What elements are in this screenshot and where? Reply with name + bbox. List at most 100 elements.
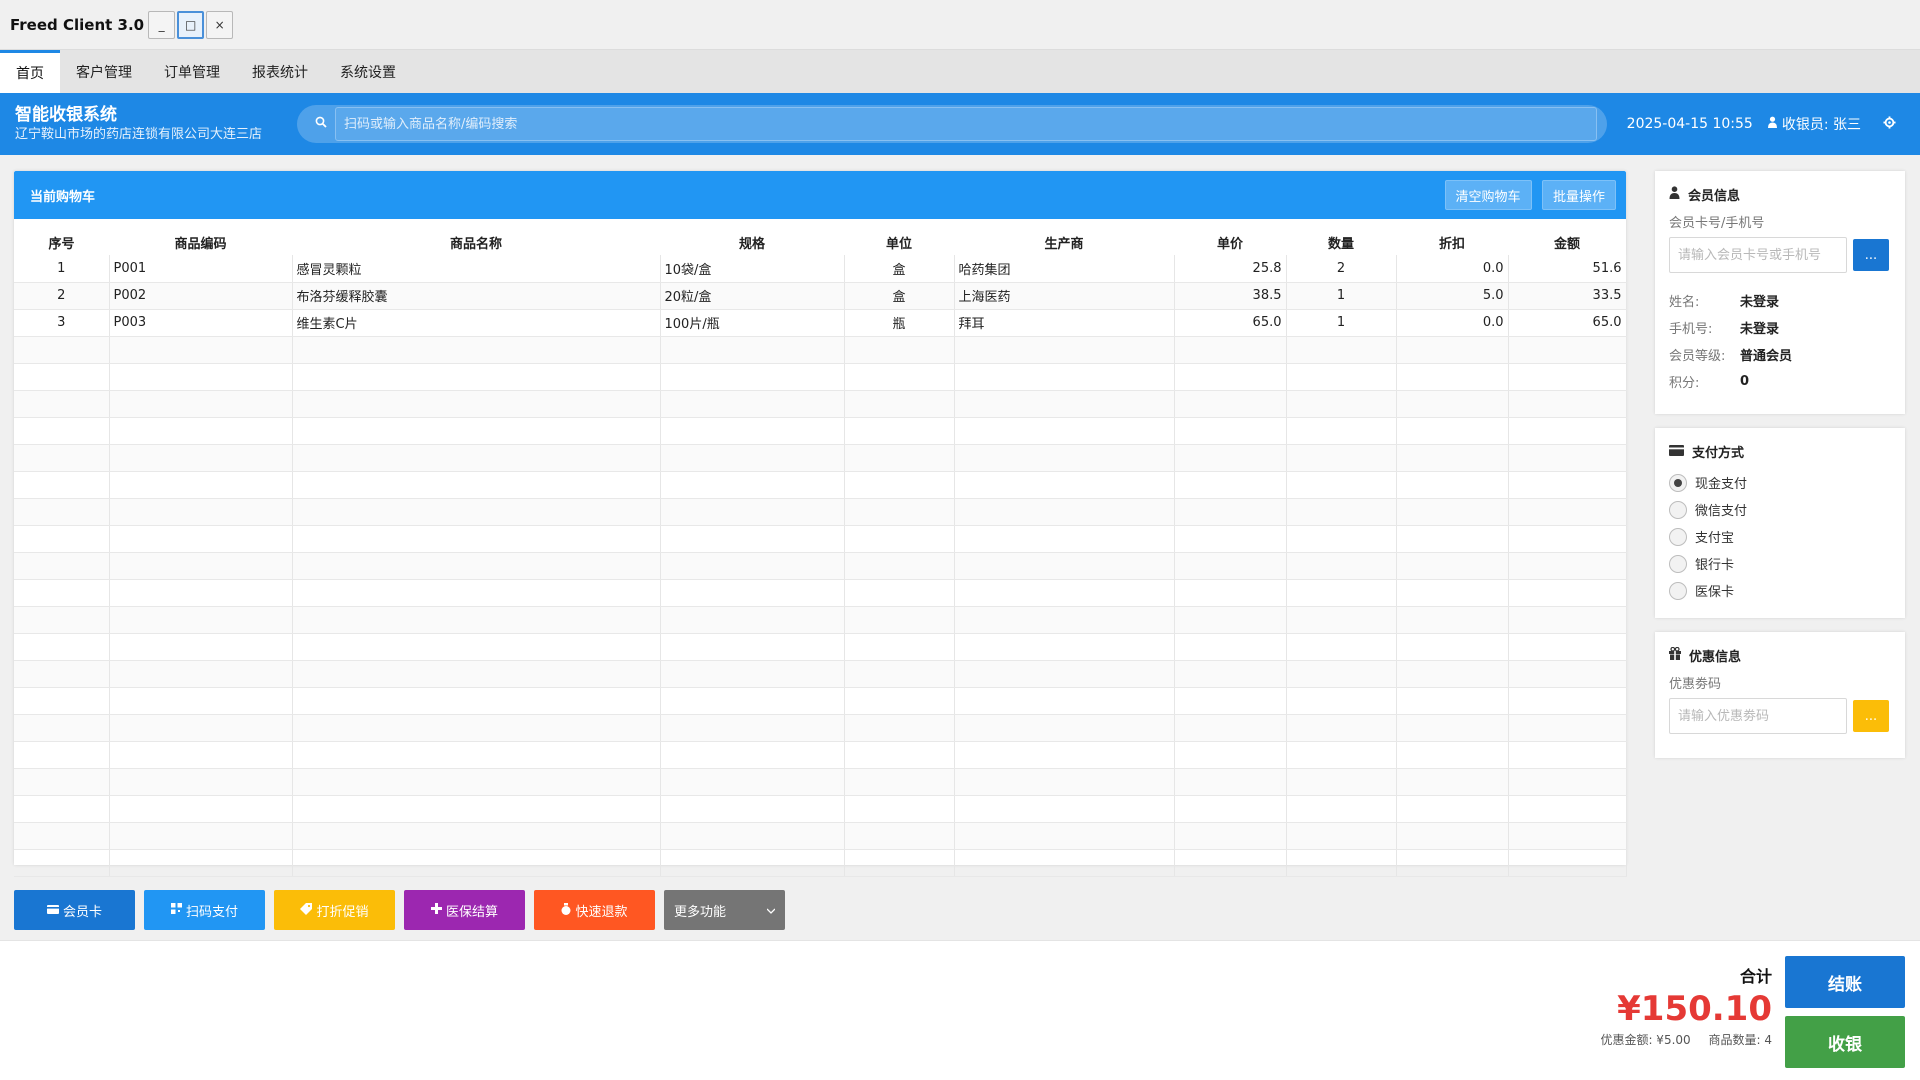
empty-cell [844, 579, 955, 607]
empty-cell [1286, 471, 1397, 499]
gear-icon[interactable] [1883, 115, 1896, 133]
cell-quantity[interactable]: 2 [1286, 255, 1397, 283]
minimize-button[interactable]: _ [148, 10, 176, 39]
column-header[interactable]: 商品名称 [292, 229, 660, 255]
member-level-value: 普通会员 [1740, 349, 1793, 364]
discount-promo-button[interactable]: 打折促销 [274, 890, 395, 930]
store-name: 辽宁鞍山市场的药店连锁有限公司大连三店 [15, 127, 263, 142]
search-icon[interactable] [297, 116, 337, 132]
empty-cell [292, 417, 661, 445]
coupon-code-input[interactable] [1669, 698, 1847, 734]
empty-cell [1396, 606, 1509, 634]
payment-option-alipay[interactable]: 支付宝 [1669, 523, 1891, 550]
empty-cell [954, 390, 1175, 418]
coupon-title: 优惠信息 [1689, 650, 1742, 665]
tab-home[interactable]: 首页 [0, 50, 60, 93]
column-header[interactable]: 规格 [660, 229, 844, 255]
radio-button[interactable] [1669, 581, 1687, 600]
empty-cell [292, 552, 661, 580]
payment-option-cash[interactable]: 现金支付 [1669, 469, 1891, 496]
empty-cell [660, 417, 845, 445]
column-header[interactable]: 单价 [1174, 229, 1286, 255]
batch-operation-button[interactable]: 批量操作 [1541, 180, 1616, 210]
payment-option-wechat[interactable]: 微信支付 [1669, 496, 1891, 523]
radio-button[interactable] [1669, 527, 1687, 546]
radio-button[interactable] [1669, 473, 1687, 492]
empty-cell [660, 498, 845, 526]
cell-quantity[interactable]: 1 [1286, 282, 1397, 310]
payment-option-bankcard[interactable]: 银行卡 [1669, 550, 1891, 577]
cell-spec: 100片/瓶 [660, 309, 845, 337]
cart-table-body: 1 P001 感冒灵颗粒 10袋/盒 盒 哈药集团 25.8 2 0.0 51.… [14, 255, 1627, 877]
empty-cell [844, 795, 955, 823]
clear-cart-button[interactable]: 清空购物车 [1444, 180, 1532, 210]
member-card-button[interactable]: 会员卡 [14, 890, 135, 930]
maximize-button[interactable]: □ [177, 10, 205, 39]
empty-cell [1174, 606, 1287, 634]
radio-button[interactable] [1669, 554, 1687, 573]
table-row[interactable]: 1 P001 感冒灵颗粒 10袋/盒 盒 哈药集团 25.8 2 0.0 51.… [14, 255, 1627, 283]
empty-table-row [14, 768, 1627, 796]
cart-table: 序号 商品编码 商品名称 规格 单位 生产商 单价 数量 折扣 金额 1 P00… [14, 229, 1627, 877]
column-header[interactable]: 金额 [1508, 229, 1626, 255]
table-row[interactable]: 3 P003 维生素C片 100片/瓶 瓶 拜耳 65.0 1 0.0 65.0 [14, 309, 1627, 337]
tab-customers[interactable]: 客户管理 [60, 50, 148, 93]
column-header[interactable]: 单位 [844, 229, 954, 255]
column-header[interactable]: 生产商 [954, 229, 1174, 255]
member-phone-value: 未登录 [1740, 322, 1780, 337]
member-search-button[interactable]: ... [1853, 239, 1889, 271]
empty-cell [844, 525, 955, 553]
card-icon [46, 903, 59, 917]
tag-icon [300, 902, 313, 918]
empty-cell [954, 471, 1175, 499]
empty-cell [292, 363, 661, 391]
empty-cell [954, 714, 1175, 742]
empty-cell [292, 525, 661, 553]
empty-cell [660, 579, 845, 607]
column-header[interactable]: 折扣 [1396, 229, 1508, 255]
quick-refund-button[interactable]: 快速退款 [534, 890, 655, 930]
empty-cell [1396, 390, 1509, 418]
column-header[interactable]: 数量 [1286, 229, 1396, 255]
column-header[interactable]: 序号 [14, 229, 109, 255]
scan-pay-button[interactable]: 扫码支付 [144, 890, 265, 930]
empty-cell [660, 336, 845, 364]
empty-cell [844, 714, 955, 742]
payment-method-card: 支付方式 现金支付 微信支付 支付宝 银行卡 医保卡 [1655, 428, 1905, 618]
empty-cell [1508, 606, 1627, 634]
empty-cell [1286, 444, 1397, 472]
collect-payment-button[interactable]: 收银 [1785, 1016, 1905, 1068]
empty-cell [1286, 741, 1397, 769]
close-button[interactable]: × [206, 10, 234, 39]
empty-cell [292, 633, 661, 661]
payment-option-insurance-card[interactable]: 医保卡 [1669, 577, 1891, 604]
empty-cell [1508, 552, 1627, 580]
empty-cell [660, 444, 845, 472]
empty-cell [14, 390, 110, 418]
table-row[interactable]: 2 P002 布洛芬缓释胶囊 20粒/盒 盒 上海医药 38.5 1 5.0 3… [14, 282, 1627, 310]
coupon-apply-button[interactable]: ... [1853, 700, 1889, 732]
cell-unit: 瓶 [844, 309, 955, 337]
empty-table-row [14, 444, 1627, 472]
cell-name: 感冒灵颗粒 [292, 255, 661, 283]
empty-cell [1396, 363, 1509, 391]
tab-orders[interactable]: 订单管理 [148, 50, 236, 93]
radio-button[interactable] [1669, 500, 1687, 519]
empty-cell [1174, 444, 1287, 472]
empty-table-row [14, 498, 1627, 526]
user-icon [1669, 186, 1680, 203]
column-header[interactable]: 商品编码 [109, 229, 292, 255]
cell-quantity[interactable]: 1 [1286, 309, 1397, 337]
empty-cell [14, 606, 110, 634]
member-card-input[interactable] [1669, 237, 1847, 273]
tab-settings[interactable]: 系统设置 [324, 50, 412, 93]
checkout-button[interactable]: 结账 [1785, 956, 1905, 1008]
empty-cell [1508, 849, 1627, 877]
insurance-settlement-button[interactable]: 医保结算 [404, 890, 525, 930]
member-phone-row: 手机号: 未登录 [1669, 314, 1891, 341]
product-search-input[interactable] [335, 107, 1597, 141]
empty-cell [1396, 795, 1509, 823]
empty-cell [844, 687, 955, 715]
tab-reports[interactable]: 报表统计 [236, 50, 324, 93]
more-functions-dropdown[interactable]: 更多功能 [664, 890, 785, 930]
